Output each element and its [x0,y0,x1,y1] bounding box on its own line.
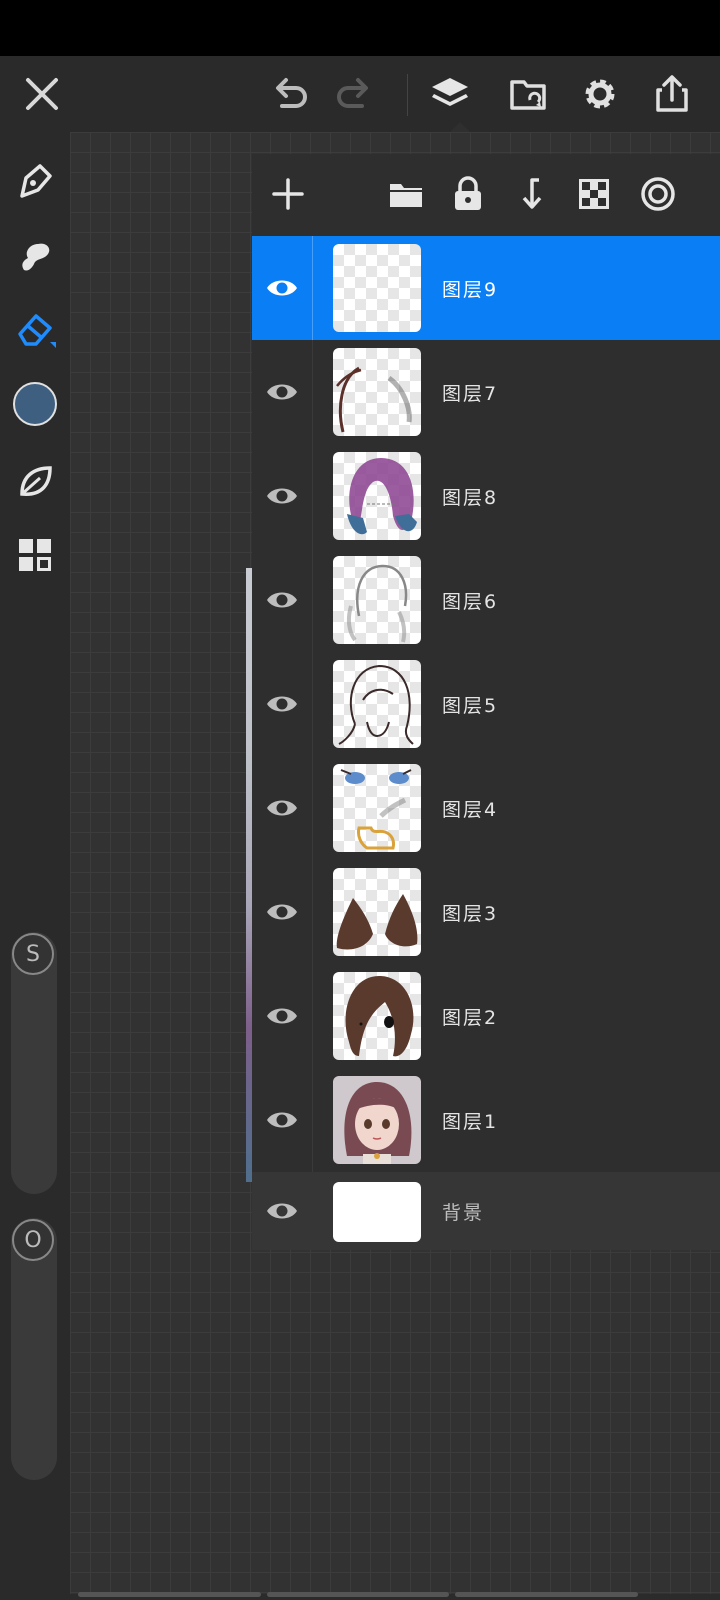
pen-icon[interactable] [10,156,60,206]
layer-row-8[interactable]: 图层8 [252,444,720,549]
layer-name: 图层1 [442,1110,499,1133]
layer-name: 图层6 [442,590,499,613]
layer-name: 背景 [442,1201,485,1224]
color-swatch[interactable] [13,382,57,426]
layer-name: 图层7 [442,382,499,405]
share-icon[interactable] [640,56,704,132]
layer-row-1[interactable]: 图层1 [252,1068,720,1173]
visibility-eye-icon[interactable] [252,652,313,756]
layer-thumbnail [333,348,421,436]
scroll-segment [455,1592,639,1597]
undo-icon[interactable] [258,56,322,132]
layer-row-4[interactable]: 图层4 [252,756,720,861]
brush-opacity-slider[interactable]: O [11,1218,57,1480]
status-bar [0,0,720,56]
layer-name: 图层2 [442,1006,499,1029]
transparency-icon[interactable] [566,166,622,222]
layers-toolbar [252,154,720,236]
scroll-segment [266,1592,450,1597]
size-slider-knob[interactable]: S [12,933,54,975]
layer-thumbnail [333,1076,421,1164]
layer-name: 图层5 [442,694,499,717]
target-icon[interactable] [630,166,686,222]
layer-thumbnail [333,1182,421,1242]
layer-row-2[interactable]: 图层2 [252,964,720,1069]
gallery-icon[interactable] [496,56,560,132]
visibility-eye-icon[interactable] [252,340,313,444]
visibility-eye-icon[interactable] [252,236,313,340]
gear-icon[interactable] [568,56,632,132]
toolbar-divider [407,74,408,116]
layer-row-9[interactable]: 图层9 [252,236,720,340]
visibility-eye-icon[interactable] [252,444,313,548]
layer-row-3[interactable]: 图层3 [252,860,720,965]
layers-panel: 图层9 图层7 图层8 图层6 图层5 图层4 图层3 图层2 图层1 背景 [252,154,720,1250]
smudge-icon[interactable] [10,230,60,280]
layer-row-7[interactable]: 图层7 [252,340,720,445]
layer-thumbnail [333,868,421,956]
brush-size-slider[interactable]: S [11,932,57,1194]
layer-thumbnail [333,556,421,644]
layer-row-6[interactable]: 图层6 [252,548,720,653]
grid-icon[interactable] [10,530,60,580]
layer-thumbnail [333,764,421,852]
top-toolbar [0,56,720,132]
layer-row-5[interactable]: 图层5 [252,652,720,757]
layer-row-background[interactable]: 背景 [252,1172,720,1250]
visibility-eye-icon[interactable] [252,1068,313,1172]
visibility-eye-icon[interactable] [252,860,313,964]
leaf-icon[interactable] [10,456,60,506]
layer-name: 图层4 [442,798,499,821]
layer-name: 图层8 [442,486,499,509]
visibility-eye-icon[interactable] [252,548,313,652]
redo-icon[interactable] [322,56,386,132]
bottom-scroll-indicator [78,1592,639,1597]
layer-name: 图层3 [442,902,499,925]
close-icon[interactable] [10,56,74,132]
visibility-eye-icon[interactable] [252,756,313,860]
folder-icon[interactable] [378,166,434,222]
eraser-icon[interactable] [10,304,60,354]
layer-thumbnail [333,972,421,1060]
layer-thumbnail [333,452,421,540]
layer-name: 图层9 [442,278,499,301]
layer-thumbnail [333,244,421,332]
scroll-segment [78,1592,261,1597]
opacity-slider-knob[interactable]: O [12,1219,54,1261]
left-toolbar: S O [0,132,70,1600]
merge-down-icon[interactable] [504,166,560,222]
layers-icon[interactable] [418,56,482,132]
layers-panel-caret [450,122,470,132]
add-icon[interactable] [260,166,316,222]
lock-icon[interactable] [440,166,496,222]
layer-thumbnail [333,660,421,748]
visibility-eye-icon[interactable] [252,964,313,1068]
visibility-eye-icon[interactable] [252,1172,312,1250]
